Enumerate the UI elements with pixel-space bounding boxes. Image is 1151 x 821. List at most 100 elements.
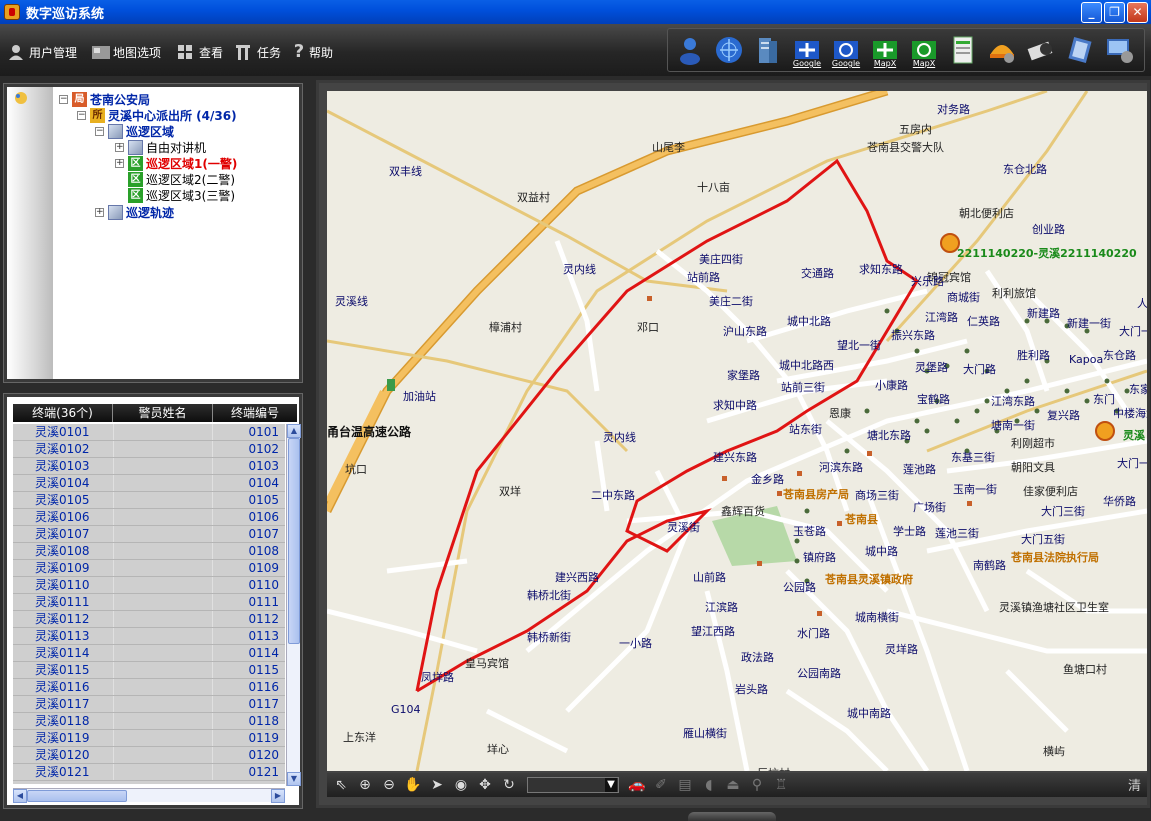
scroll-down-button[interactable]: ▼ <box>287 772 301 786</box>
table-row[interactable]: 灵溪0104 0104 <box>13 475 285 492</box>
tb-monitor-settings-button[interactable] <box>1103 34 1135 66</box>
tree-node-patrol-area[interactable]: − 巡逻区域 <box>95 123 174 140</box>
table-row[interactable]: 灵溪0108 0108 <box>13 543 285 560</box>
bike-icon[interactable]: ⚲ <box>747 776 767 794</box>
list-vertical-scrollbar[interactable]: ▲ ▼ <box>286 424 301 786</box>
ruler-icon[interactable]: ✐ <box>651 776 671 794</box>
collapse-toggle[interactable]: − <box>95 127 104 136</box>
tree-node-intercom[interactable]: + 自由对讲机 <box>115 139 206 156</box>
google-pan-icon <box>795 41 819 59</box>
tree-node-area3[interactable]: 区 巡逻区域3(三警) <box>128 187 235 204</box>
tb-mapx-refresh-button[interactable]: MapX <box>908 34 940 68</box>
terminal-number-cell: 0103 <box>248 459 279 473</box>
map-label: 巨坑村 <box>757 765 790 771</box>
map-canvas[interactable]: 对务路 五房内 苍南县交警大队 东仓北路 山尾李 十八亩 双益村 双丰线 朝北便利店 创业路 美庄四… <box>327 91 1147 771</box>
dock-icon[interactable]: ⏏ <box>723 776 743 794</box>
menu-task[interactable]: 任务 <box>234 43 281 61</box>
table-row[interactable]: 灵溪0106 0106 <box>13 509 285 526</box>
col-number-header[interactable]: 终端编号 <box>213 404 297 422</box>
hscroll-thumb[interactable] <box>27 790 127 802</box>
officer-name-cell <box>113 713 213 729</box>
table-row[interactable]: 灵溪0107 0107 <box>13 526 285 543</box>
tb-google-refresh-button[interactable]: Google <box>830 34 862 68</box>
menu-map-options[interactable]: 地图选项 <box>90 43 161 61</box>
table-row[interactable]: 灵溪0102 0102 <box>13 441 285 458</box>
map-label: 山尾李 <box>652 141 685 154</box>
collapse-toggle[interactable]: − <box>59 95 68 104</box>
bottle-icon[interactable]: ◖ <box>699 776 719 794</box>
table-row[interactable]: 灵溪0119 0119 <box>13 730 285 747</box>
menu-help[interactable]: ? 帮助 <box>292 43 333 61</box>
tb-server-button[interactable] <box>752 34 784 66</box>
table-row[interactable]: 灵溪0105 0105 <box>13 492 285 509</box>
table-row[interactable]: 灵溪0101 0101 <box>13 424 285 441</box>
scroll-right-button[interactable]: ▶ <box>271 789 285 803</box>
map-label: 韩桥北街 <box>527 589 571 602</box>
tb-spreadsheet-button[interactable] <box>947 34 979 66</box>
table-row[interactable]: 灵溪0115 0115 <box>13 662 285 679</box>
clear-button[interactable]: 清 <box>1128 775 1141 794</box>
move-arrows-icon[interactable]: ✥ <box>475 776 495 794</box>
map-label: 人 <box>1137 297 1147 310</box>
tb-google-pan-button[interactable]: Google <box>791 34 823 68</box>
tree-node-area2[interactable]: 区 巡逻区域2(二警) <box>128 171 235 188</box>
tree-node-root[interactable]: − 局 苍南公安局 <box>59 91 150 108</box>
map-label: 兴乐路 <box>911 275 944 288</box>
tree-node-station[interactable]: − 所 灵溪中心派出所 (4/36) <box>77 107 237 124</box>
expand-toggle[interactable]: + <box>115 143 124 152</box>
officer-name-cell <box>113 696 213 712</box>
table-row[interactable]: 灵溪0113 0113 <box>13 628 285 645</box>
layer-select[interactable] <box>527 777 619 793</box>
scroll-thumb[interactable] <box>288 438 300 644</box>
select-tool-icon[interactable]: ⇖ <box>331 776 351 794</box>
list-icon[interactable]: ▤ <box>675 776 695 794</box>
map-label: 城中路 <box>865 545 898 558</box>
table-row[interactable]: 灵溪0114 0114 <box>13 645 285 662</box>
map-label: 垟心 <box>487 743 509 756</box>
tb-globe-button[interactable] <box>713 34 745 66</box>
pointer-icon[interactable]: ➤ <box>427 776 447 794</box>
zoom-in-icon[interactable]: ⊕ <box>355 776 375 794</box>
scroll-left-button[interactable]: ◀ <box>13 789 27 803</box>
zoom-out-icon[interactable]: ⊖ <box>379 776 399 794</box>
table-row[interactable]: 灵溪0121 0121 <box>13 764 285 781</box>
minimize-button[interactable]: _ <box>1081 2 1102 23</box>
table-row[interactable]: 灵溪0116 0116 <box>13 679 285 696</box>
bottom-expand-tab[interactable] <box>688 812 776 821</box>
restore-button[interactable]: ❐ <box>1104 2 1125 23</box>
table-row[interactable]: 灵溪0120 0120 <box>13 747 285 764</box>
table-row[interactable]: 灵溪0112 0112 <box>13 611 285 628</box>
car-icon[interactable]: 🚗 <box>627 776 647 794</box>
collapse-toggle[interactable]: − <box>77 111 86 120</box>
table-row[interactable]: 灵溪0117 0117 <box>13 696 285 713</box>
expand-toggle[interactable]: + <box>95 208 104 217</box>
pan-hand-icon[interactable]: ✋ <box>403 776 423 794</box>
menu-view[interactable]: 查看 <box>176 43 223 61</box>
col-officer-header[interactable]: 警员姓名 <box>113 404 213 422</box>
tree-node-track[interactable]: + 巡逻轨迹 <box>95 204 174 221</box>
table-row[interactable]: 灵溪0103 0103 <box>13 458 285 475</box>
col-terminal-header[interactable]: 终端(36个) <box>13 404 113 422</box>
menu-user-management[interactable]: 用户管理 <box>6 43 77 61</box>
tb-book-button[interactable] <box>1064 34 1096 66</box>
tb-helmet-settings-button[interactable] <box>986 34 1018 66</box>
trophy-icon[interactable]: ♖ <box>771 776 791 794</box>
list-horizontal-scrollbar[interactable]: ◀ ▶ <box>13 788 285 803</box>
table-row[interactable]: 灵溪0109 0109 <box>13 560 285 577</box>
tb-mapx-pan-button[interactable]: MapX <box>869 34 901 68</box>
expand-toggle[interactable]: + <box>115 159 124 168</box>
view-eye-icon[interactable]: ◉ <box>451 776 471 794</box>
refresh-icon[interactable]: ↻ <box>499 776 519 794</box>
table-row[interactable]: 灵溪0111 0111 <box>13 594 285 611</box>
table-row[interactable]: 灵溪0110 0110 <box>13 577 285 594</box>
map-label: 灵垟路 <box>885 643 918 656</box>
close-button[interactable]: ✕ <box>1127 2 1148 23</box>
vehicle-marker[interactable] <box>1095 421 1115 441</box>
tb-person-button[interactable] <box>674 34 706 66</box>
tb-keyboard-settings-button[interactable] <box>1025 34 1057 66</box>
terminal-name-cell: 灵溪0117 <box>35 697 90 711</box>
table-row[interactable]: 灵溪0118 0118 <box>13 713 285 730</box>
scroll-up-button[interactable]: ▲ <box>287 424 301 438</box>
menu-label: 地图选项 <box>113 45 162 60</box>
tree-node-area1[interactable]: + 区 巡逻区域1(一警) <box>115 155 237 172</box>
